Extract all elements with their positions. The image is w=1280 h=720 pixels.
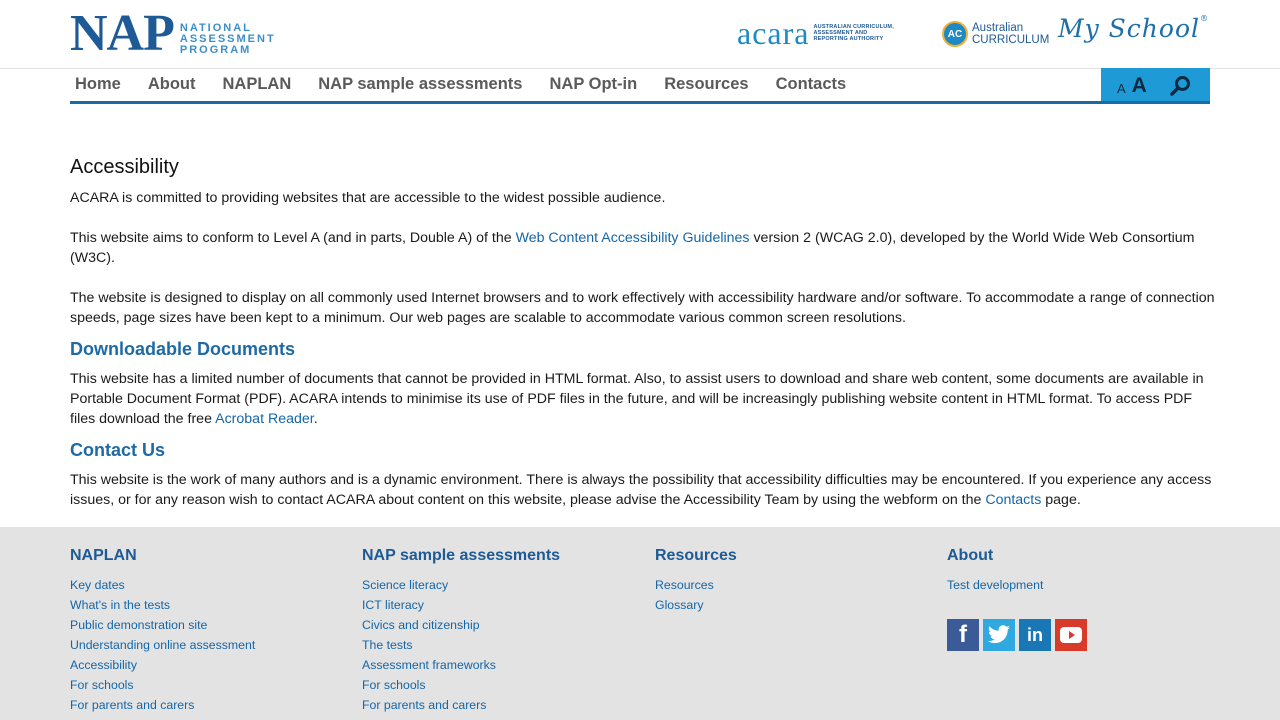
nav-tools: A A <box>1101 68 1210 104</box>
ac-logo-line: CURRICULUM <box>972 34 1050 46</box>
acara-logo-tagline: AUSTRALIAN CURRICULUM, ASSESSMENT AND RE… <box>813 24 893 42</box>
nav-item-resources[interactable]: Resources <box>659 68 753 101</box>
footer-link-for-schools[interactable]: For schools <box>70 675 255 695</box>
nav-underline <box>70 101 1210 104</box>
intro-paragraph: ACARA is committed to providing websites… <box>70 190 666 206</box>
main-nav: Home About NAPLAN NAP sample assessments… <box>70 68 1210 104</box>
footer-column-naplan: NAPLAN Key dates What's in the tests Pub… <box>70 546 255 715</box>
linkedin-icon[interactable]: in <box>1019 619 1051 651</box>
my-school-logo[interactable]: My School® <box>1058 14 1209 43</box>
site-footer: NAPLAN Key dates What's in the tests Pub… <box>0 527 1280 720</box>
downloadable-documents-heading: Downloadable Documents <box>70 339 296 359</box>
ac-logo-line: Australian <box>972 22 1024 34</box>
acara-tag-line: REPORTING AUTHORITY <box>813 36 884 42</box>
australian-curriculum-logo[interactable]: AC Australian CURRICULUM <box>942 21 1049 47</box>
footer-column-about: About Test development f in <box>947 546 1091 651</box>
my-school-logo-text: My School <box>1058 14 1200 43</box>
footer-column-nap-sample-assessments: NAP sample assessments Science literacy … <box>362 546 560 715</box>
footer-link-understanding-online-assessment[interactable]: Understanding online assessment <box>70 635 255 655</box>
footer-heading: NAPLAN <box>70 547 137 564</box>
increase-font-button[interactable]: A <box>1132 74 1147 98</box>
ac-badge-icon: AC <box>942 21 968 47</box>
site-header: NAP NATIONAL ASSESSMENT PROGRAM acara AU… <box>0 0 1280 69</box>
youtube-icon[interactable] <box>1055 619 1087 651</box>
footer-link-for-parents-and-carers[interactable]: For parents and carers <box>362 695 560 715</box>
nav-item-contacts[interactable]: Contacts <box>771 68 852 101</box>
footer-link-list: Science literacy ICT literacy Civics and… <box>362 575 560 715</box>
footer-link-list: Key dates What's in the tests Public dem… <box>70 575 255 715</box>
social-links: f in <box>947 619 1091 651</box>
footer-link-resources[interactable]: Resources <box>655 575 737 595</box>
main-content: Accessibility ACARA is committed to prov… <box>70 154 1215 520</box>
ac-logo-text: Australian CURRICULUM <box>972 22 1049 46</box>
footer-heading: About <box>947 547 994 564</box>
footer-link-list: Test development <box>947 575 1091 595</box>
facebook-icon[interactable]: f <box>947 619 979 651</box>
wcag-paragraph: This website aims to conform to Level A … <box>70 228 1215 268</box>
nap-logo-letters: NAP <box>70 5 175 62</box>
footer-column-resources: Resources Resources Glossary <box>655 546 737 615</box>
nav-item-naplan[interactable]: NAPLAN <box>218 68 297 101</box>
contact-paragraph: This website is the work of many authors… <box>70 470 1215 510</box>
wcag-link[interactable]: Web Content Accessibility Guidelines <box>516 230 750 246</box>
nap-logo-words: NATIONAL ASSESSMENT PROGRAM <box>180 23 276 56</box>
page-title: Accessibility <box>70 156 179 178</box>
registered-mark: ® <box>1200 14 1209 23</box>
decrease-font-button[interactable]: A <box>1117 81 1126 96</box>
footer-link-ict-literacy[interactable]: ICT literacy <box>362 595 560 615</box>
acara-logo[interactable]: acara AUSTRALIAN CURRICULUM, ASSESSMENT … <box>737 17 894 49</box>
footer-link-glossary[interactable]: Glossary <box>655 595 737 615</box>
nap-logo-line: PROGRAM <box>179 44 252 56</box>
footer-link-science-literacy[interactable]: Science literacy <box>362 575 560 595</box>
footer-link-public-demonstration-site[interactable]: Public demonstration site <box>70 615 255 635</box>
paragraph-text: This website aims to conform to Level A … <box>70 230 516 246</box>
acrobat-reader-link[interactable]: Acrobat Reader <box>215 411 314 427</box>
footer-link-civics-and-citizenship[interactable]: Civics and citizenship <box>362 615 560 635</box>
nav-item-nap-sample-assessments[interactable]: NAP sample assessments <box>313 68 527 101</box>
facebook-glyph: f <box>959 621 967 648</box>
paragraph-text: page. <box>1041 492 1081 508</box>
footer-link-for-schools[interactable]: For schools <box>362 675 560 695</box>
footer-link-test-development[interactable]: Test development <box>947 575 1091 595</box>
footer-link-for-parents-and-carers[interactable]: For parents and carers <box>70 695 255 715</box>
contact-us-heading: Contact Us <box>70 440 166 460</box>
youtube-play-icon <box>1060 627 1082 643</box>
footer-link-list: Resources Glossary <box>655 575 737 615</box>
acara-logo-word: acara <box>737 15 810 51</box>
paragraph-text: . <box>313 411 318 427</box>
footer-link-key-dates[interactable]: Key dates <box>70 575 255 595</box>
footer-link-assessment-frameworks[interactable]: Assessment frameworks <box>362 655 560 675</box>
browser-paragraph: The website is designed to display on al… <box>70 290 1215 326</box>
contacts-link[interactable]: Contacts <box>985 492 1041 508</box>
footer-heading: NAP sample assessments <box>362 547 561 564</box>
search-icon[interactable] <box>1169 74 1193 98</box>
nav-item-about[interactable]: About <box>143 68 201 101</box>
footer-link-whats-in-the-tests[interactable]: What's in the tests <box>70 595 255 615</box>
twitter-bird-icon <box>988 625 1010 644</box>
footer-link-the-tests[interactable]: The tests <box>362 635 560 655</box>
linkedin-glyph: in <box>1027 624 1043 645</box>
footer-link-accessibility[interactable]: Accessibility <box>70 655 255 675</box>
footer-heading: Resources <box>655 547 737 564</box>
twitter-icon[interactable] <box>983 619 1015 651</box>
nap-logo[interactable]: NAP NATIONAL ASSESSMENT PROGRAM <box>70 5 276 62</box>
nav-list: Home About NAPLAN NAP sample assessments… <box>70 68 868 101</box>
nav-item-home[interactable]: Home <box>70 68 126 101</box>
nav-item-nap-opt-in[interactable]: NAP Opt-in <box>544 68 642 101</box>
downloads-paragraph: This website has a limited number of doc… <box>70 369 1215 429</box>
